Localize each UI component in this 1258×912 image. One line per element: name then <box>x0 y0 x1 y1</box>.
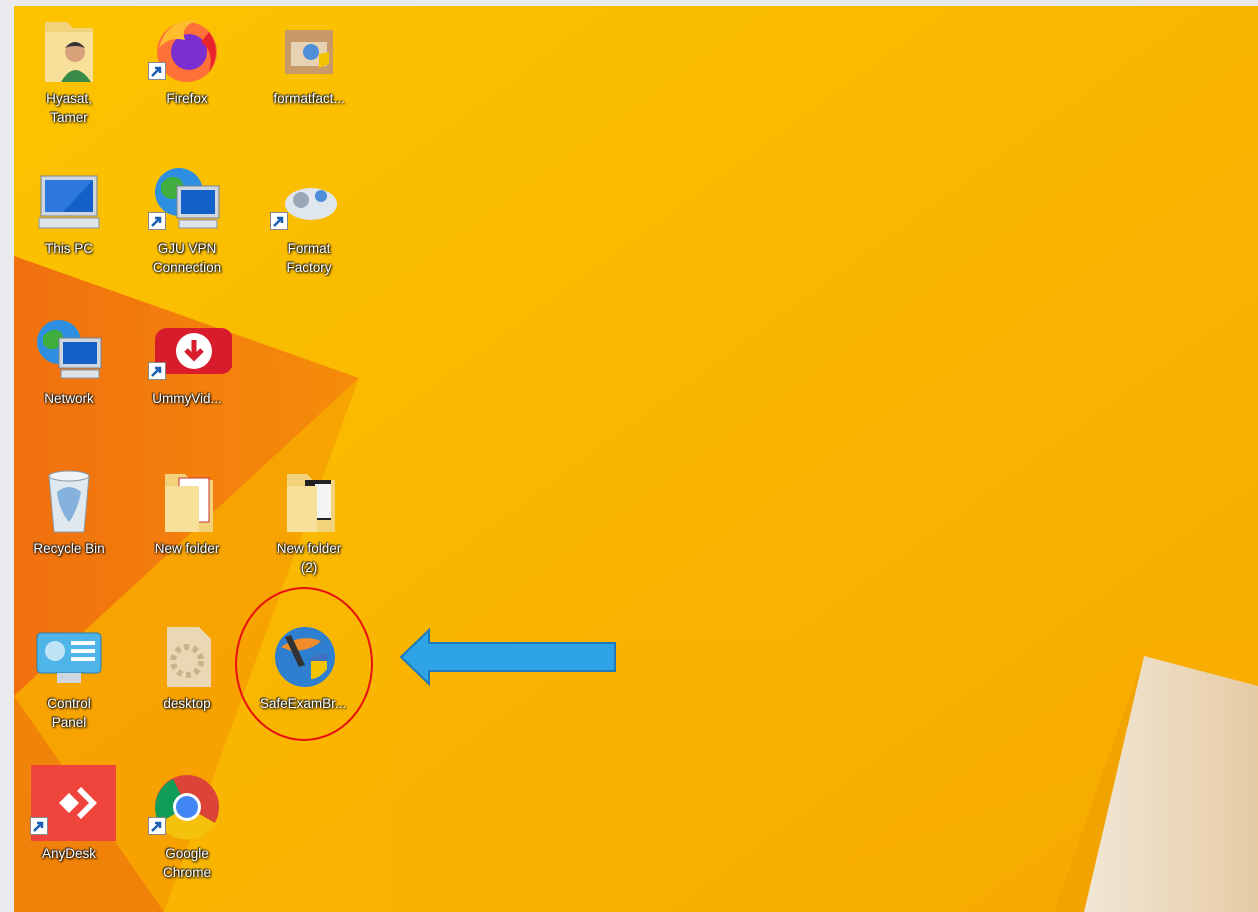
folder-icon <box>287 474 335 532</box>
installer-icon <box>285 30 333 74</box>
desktop-icon-new-folder[interactable]: New folder <box>132 456 242 581</box>
desktop-icon-user-folder[interactable]: Hyasat, Tamer <box>14 6 124 131</box>
icon-label: desktop <box>163 696 211 711</box>
desktop-icon-control-panel[interactable]: Control Panel <box>14 611 124 736</box>
desktop-icon-google-chrome[interactable]: Google Chrome <box>132 761 242 886</box>
icon-label: formatfact... <box>273 91 345 106</box>
control-panel-icon <box>36 632 102 683</box>
icon-label: Hyasat, Tamer <box>46 91 92 125</box>
icon-label: SafeExamBr... <box>259 696 347 711</box>
desktop[interactable]: Hyasat, Tamer This PC Network Recycle Bi… <box>14 6 1258 912</box>
icon-label: UmmyVid... <box>152 391 222 406</box>
desktop-icon-formatfactory-installer[interactable]: formatfact... <box>254 6 364 131</box>
icon-label: New folder (2) <box>276 541 342 575</box>
icon-label: Google Chrome <box>162 846 211 880</box>
icon-label: Firefox <box>166 91 208 106</box>
desktop-icon-format-factory[interactable]: Format Factory <box>254 156 364 281</box>
desktop-icon-new-folder-2[interactable]: New folder (2) <box>254 456 364 581</box>
desktop-icon-recycle-bin[interactable]: Recycle Bin <box>14 456 124 581</box>
shortcut-arrow-icon <box>270 212 288 230</box>
desktop-icon-firefox[interactable]: Firefox <box>132 6 242 131</box>
icon-label: GJU VPN Connection <box>152 241 222 275</box>
desktop-icon-gju-vpn[interactable]: GJU VPN Connection <box>132 156 242 281</box>
desktop-icon-network[interactable]: Network <box>14 306 124 431</box>
user-folder-icon <box>45 22 93 82</box>
icon-label: New folder <box>154 541 220 556</box>
shortcut-arrow-icon <box>148 817 166 835</box>
icon-label: AnyDesk <box>41 846 97 861</box>
safe-exam-browser-icon <box>275 627 335 687</box>
desktop-icon-safe-exam-browser[interactable]: SafeExamBr... <box>248 611 358 736</box>
desktop-icon-this-pc[interactable]: This PC <box>14 156 124 281</box>
icon-label: Network <box>44 391 94 406</box>
settings-file-icon <box>167 627 211 687</box>
icon-label: Format Factory <box>286 241 332 275</box>
shortcut-arrow-icon <box>148 62 166 80</box>
desktop-icon-desktop-file[interactable]: desktop <box>132 611 242 736</box>
desktop-icon-ummyvideo[interactable]: UmmyVid... <box>132 306 242 431</box>
shortcut-arrow-icon <box>30 817 48 835</box>
network-globe-icon <box>37 320 102 379</box>
shortcut-arrow-icon <box>148 362 166 380</box>
shortcut-arrow-icon <box>148 212 166 230</box>
desktop-icon-anydesk[interactable]: AnyDesk <box>14 761 124 886</box>
folder-icon <box>165 474 213 532</box>
recycle-bin-icon <box>48 470 90 533</box>
icon-label: Control Panel <box>47 696 91 730</box>
monitor-icon <box>38 175 100 229</box>
icon-label: This PC <box>44 241 93 256</box>
icon-label: Recycle Bin <box>33 541 105 556</box>
